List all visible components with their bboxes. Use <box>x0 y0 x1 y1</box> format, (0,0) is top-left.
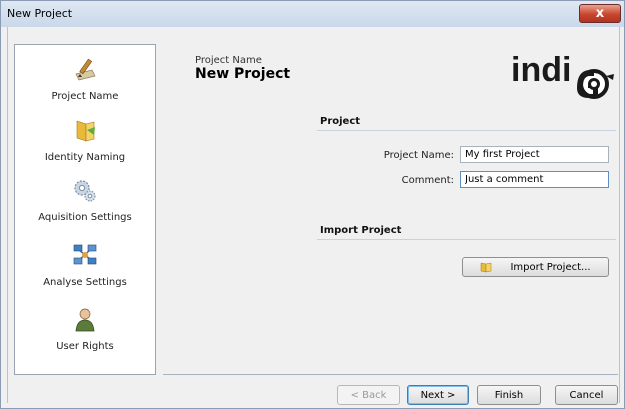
new-project-dialog: New Project x Project Name Identity Nami… <box>0 0 625 409</box>
nav-item-identity-naming[interactable]: Identity Naming <box>15 117 155 163</box>
nav-label: Identity Naming <box>44 152 126 163</box>
nav-label: Analyse Settings <box>43 277 127 288</box>
folder-icon <box>76 120 95 142</box>
title-bar[interactable]: New Project x <box>1 1 624 27</box>
import-project-label: Import Project... <box>510 261 591 273</box>
nav-item-user-rights[interactable]: User Rights <box>15 306 155 352</box>
finish-button[interactable]: Finish <box>477 385 541 405</box>
nav-item-project-name[interactable]: Project Name <box>15 56 155 102</box>
project-section-title: Project <box>320 116 361 127</box>
indigo-logo: indi <box>511 46 621 101</box>
close-icon: x <box>595 6 605 21</box>
footer-divider <box>163 374 618 375</box>
wizard-step-list: Project Name Identity Naming Aquisition … <box>14 44 156 375</box>
back-button[interactable]: < Back <box>337 385 400 405</box>
logo-graphic: indi <box>511 51 614 99</box>
pen-paper-icon <box>75 58 96 81</box>
nav-label: User Rights <box>56 341 114 352</box>
import-project-button[interactable]: Import Project... <box>462 257 609 277</box>
folder-icon <box>481 262 492 273</box>
cancel-button[interactable]: Cancel <box>555 385 618 405</box>
network-icon <box>73 244 97 265</box>
close-button[interactable]: x <box>579 4 621 23</box>
import-section-title: Import Project <box>320 225 402 236</box>
comment-input[interactable] <box>460 171 609 188</box>
page-title: New Project <box>195 66 291 82</box>
project-name-label: Project Name: <box>383 150 454 161</box>
project-name-input[interactable] <box>460 146 609 163</box>
comment-label: Comment: <box>401 175 454 186</box>
page-subtitle: Project Name <box>195 55 262 66</box>
window-title: New Project <box>7 7 73 20</box>
nav-item-aquisition-settings[interactable]: Aquisition Settings <box>15 177 155 223</box>
nav-item-analyse-settings[interactable]: Analyse Settings <box>15 242 155 288</box>
nav-label: Aquisition Settings <box>38 212 132 223</box>
next-button[interactable]: Next > <box>407 385 469 405</box>
gears-icon <box>74 180 96 202</box>
import-section-divider <box>317 239 616 240</box>
nav-label: Project Name <box>51 91 119 102</box>
project-section-divider <box>317 130 616 131</box>
logo-text: indi <box>511 51 571 89</box>
user-icon <box>75 308 95 332</box>
